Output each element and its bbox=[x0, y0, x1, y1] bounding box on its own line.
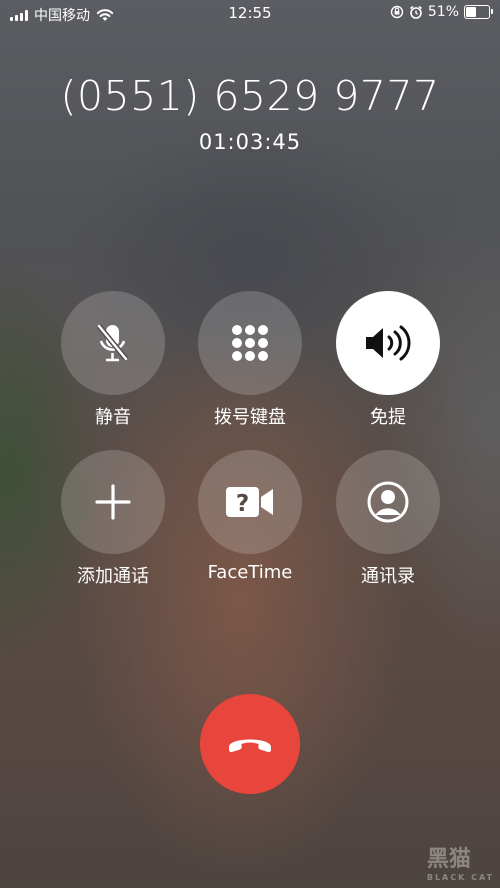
mute-label: 静音 bbox=[95, 407, 131, 428]
caller-number: (0551) 6529 9777 bbox=[60, 72, 440, 120]
add-call-circle[interactable] bbox=[61, 450, 165, 554]
add-call-button[interactable]: 添加通话 bbox=[61, 450, 165, 588]
speaker-icon bbox=[366, 325, 411, 361]
battery-icon bbox=[464, 5, 493, 19]
contacts-circle[interactable] bbox=[336, 450, 440, 554]
mute-button[interactable]: 静音 bbox=[61, 291, 165, 429]
contacts-button[interactable]: 通讯录 bbox=[336, 450, 440, 588]
facetime-label: FaceTime bbox=[207, 562, 293, 583]
add-call-label: 添加通话 bbox=[77, 566, 149, 587]
watermark-logo: 黑猫 BLACK CAT bbox=[427, 841, 494, 882]
hang-up-icon bbox=[229, 739, 271, 753]
keypad-button[interactable]: 拨号键盘 bbox=[198, 291, 302, 429]
mic-off-icon bbox=[96, 324, 129, 362]
svg-text:?: ? bbox=[236, 491, 249, 517]
speaker-label: 免提 bbox=[370, 407, 406, 428]
speaker-circle[interactable] bbox=[336, 291, 440, 395]
status-bar: 中国移动 12:55 51% bbox=[0, 0, 500, 26]
plus-icon bbox=[95, 484, 131, 520]
mute-circle[interactable] bbox=[61, 291, 165, 395]
facetime-circle[interactable]: ? bbox=[198, 450, 302, 554]
battery-fill bbox=[466, 7, 476, 17]
call-duration: 01:03:45 bbox=[198, 130, 302, 154]
contacts-label: 通讯录 bbox=[361, 566, 415, 587]
contact-icon bbox=[367, 481, 409, 523]
alarm-icon bbox=[409, 5, 422, 19]
speaker-button[interactable]: 免提 bbox=[336, 291, 440, 429]
facetime-icon: ? bbox=[226, 487, 273, 517]
watermark-text: 黑猫 bbox=[426, 847, 471, 872]
keypad-circle[interactable] bbox=[198, 291, 302, 395]
keypad-label: 拨号键盘 bbox=[214, 407, 286, 428]
status-right: 51% bbox=[390, 4, 493, 20]
keypad-icon bbox=[232, 325, 268, 361]
watermark-subtext: BLACK CAT bbox=[426, 873, 494, 882]
facetime-button[interactable]: ? FaceTime bbox=[198, 450, 302, 583]
rotation-lock-icon bbox=[390, 5, 404, 19]
end-call-button[interactable] bbox=[200, 694, 300, 794]
battery-percent: 51% bbox=[427, 4, 459, 20]
